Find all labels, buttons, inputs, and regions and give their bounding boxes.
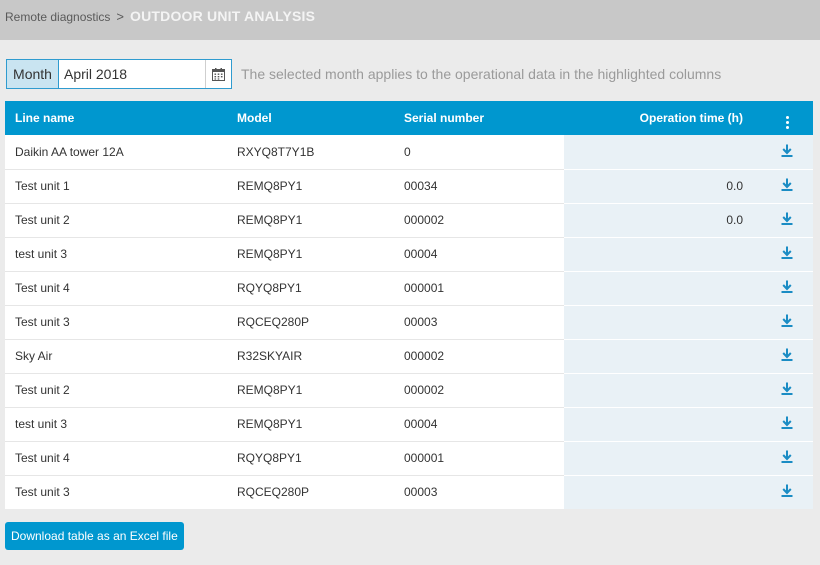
- operation-time-cell: 0.0: [564, 168, 761, 203]
- download-icon: [781, 484, 793, 500]
- calendar-icon: [212, 67, 225, 81]
- download-row-button[interactable]: [761, 304, 813, 339]
- download-row-button[interactable]: [761, 236, 813, 271]
- month-input[interactable]: [59, 60, 205, 88]
- operation-time-cell: [564, 270, 761, 305]
- line-name-cell: Test unit 2: [5, 372, 227, 407]
- line-name-cell: Test unit 3: [5, 474, 227, 509]
- model-cell: REMQ8PY1: [227, 202, 394, 237]
- download-row-button[interactable]: [761, 440, 813, 475]
- month-label: Month: [7, 60, 59, 88]
- column-menu-button[interactable]: [761, 101, 813, 135]
- table-row[interactable]: Test unit 3 RQCEQ280P 00003: [5, 304, 813, 339]
- line-name-cell: Daikin AA tower 12A: [5, 135, 227, 169]
- operation-time-cell: [564, 474, 761, 509]
- download-icon: [781, 212, 793, 228]
- download-icon: [781, 280, 793, 296]
- model-cell: REMQ8PY1: [227, 372, 394, 407]
- table-row[interactable]: Test unit 3 RQCEQ280P 00003: [5, 474, 813, 509]
- line-name-cell: Sky Air: [5, 338, 227, 373]
- model-cell: RQYQ8PY1: [227, 440, 394, 475]
- more-vertical-icon: [785, 115, 789, 129]
- model-cell: REMQ8PY1: [227, 168, 394, 203]
- serial-number-cell: 0: [394, 135, 564, 169]
- serial-number-cell: 00004: [394, 406, 564, 441]
- table-row[interactable]: Sky Air R32SKYAIR 000002: [5, 338, 813, 373]
- download-row-button[interactable]: [761, 406, 813, 441]
- column-header-model[interactable]: Model: [227, 101, 394, 135]
- operation-time-cell: [564, 236, 761, 271]
- line-name-cell: test unit 3: [5, 406, 227, 441]
- column-header-serial-number[interactable]: Serial number: [394, 101, 564, 135]
- serial-number-cell: 00003: [394, 474, 564, 509]
- operation-time-cell: [564, 304, 761, 339]
- operation-time-cell: 0.0: [564, 202, 761, 237]
- download-row-button[interactable]: [761, 338, 813, 373]
- line-name-cell: Test unit 2: [5, 202, 227, 237]
- column-header-operation-time[interactable]: Operation time (h): [564, 101, 761, 135]
- model-cell: R32SKYAIR: [227, 338, 394, 373]
- download-icon: [781, 450, 793, 466]
- download-row-button[interactable]: [761, 168, 813, 203]
- model-cell: RQCEQ280P: [227, 304, 394, 339]
- operation-time-cell: [564, 372, 761, 407]
- table-row[interactable]: test unit 3 REMQ8PY1 00004: [5, 236, 813, 271]
- serial-number-cell: 000002: [394, 202, 564, 237]
- breadcrumb: Remote diagnostics > OUTDOOR UNIT ANALYS…: [5, 8, 315, 24]
- download-excel-button[interactable]: Download table as an Excel file: [5, 522, 184, 550]
- model-cell: REMQ8PY1: [227, 236, 394, 271]
- line-name-cell: Test unit 4: [5, 440, 227, 475]
- download-icon: [781, 348, 793, 364]
- operation-time-cell: [564, 135, 761, 169]
- table-row[interactable]: Test unit 2 REMQ8PY1 000002 0.0: [5, 202, 813, 237]
- download-icon: [781, 178, 793, 194]
- table-row[interactable]: Test unit 1 REMQ8PY1 00034 0.0: [5, 168, 813, 203]
- download-row-button[interactable]: [761, 372, 813, 407]
- model-cell: REMQ8PY1: [227, 406, 394, 441]
- column-header-line-name[interactable]: Line name: [5, 101, 227, 135]
- month-picker: Month: [6, 59, 232, 89]
- download-icon: [781, 246, 793, 262]
- download-icon: [781, 382, 793, 398]
- download-row-button[interactable]: [761, 270, 813, 305]
- table-row[interactable]: Test unit 4 RQYQ8PY1 000001: [5, 440, 813, 475]
- table-row[interactable]: Test unit 2 REMQ8PY1 000002: [5, 372, 813, 407]
- month-note: The selected month applies to the operat…: [241, 66, 722, 82]
- serial-number-cell: 00004: [394, 236, 564, 271]
- download-icon: [781, 144, 793, 160]
- operation-time-cell: [564, 440, 761, 475]
- month-selector-row: Month The selected month applies to the …: [6, 59, 721, 89]
- line-name-cell: test unit 3: [5, 236, 227, 271]
- operation-time-cell: [564, 406, 761, 441]
- serial-number-cell: 00003: [394, 304, 564, 339]
- table-row[interactable]: test unit 3 REMQ8PY1 00004: [5, 406, 813, 441]
- breadcrumb-link-remote-diagnostics[interactable]: Remote diagnostics: [5, 10, 110, 24]
- serial-number-cell: 000002: [394, 338, 564, 373]
- serial-number-cell: 000001: [394, 440, 564, 475]
- table-header-row: Line name Model Serial number Operation …: [5, 101, 813, 135]
- line-name-cell: Test unit 1: [5, 168, 227, 203]
- top-bar: Remote diagnostics > OUTDOOR UNIT ANALYS…: [0, 0, 820, 40]
- breadcrumb-separator: >: [116, 9, 124, 24]
- download-row-button[interactable]: [761, 202, 813, 237]
- download-row-button[interactable]: [761, 474, 813, 509]
- line-name-cell: Test unit 3: [5, 304, 227, 339]
- serial-number-cell: 000002: [394, 372, 564, 407]
- calendar-button[interactable]: [205, 60, 231, 88]
- serial-number-cell: 00034: [394, 168, 564, 203]
- outdoor-unit-table: Line name Model Serial number Operation …: [5, 101, 813, 509]
- download-row-button[interactable]: [761, 135, 813, 169]
- download-icon: [781, 416, 793, 432]
- line-name-cell: Test unit 4: [5, 270, 227, 305]
- serial-number-cell: 000001: [394, 270, 564, 305]
- table-row[interactable]: Test unit 4 RQYQ8PY1 000001: [5, 270, 813, 305]
- table-row[interactable]: Daikin AA tower 12A RXYQ8T7Y1B 0: [5, 135, 813, 169]
- model-cell: RQCEQ280P: [227, 474, 394, 509]
- download-icon: [781, 314, 793, 330]
- operation-time-cell: [564, 338, 761, 373]
- model-cell: RQYQ8PY1: [227, 270, 394, 305]
- model-cell: RXYQ8T7Y1B: [227, 135, 394, 169]
- page-title: OUTDOOR UNIT ANALYSIS: [129, 8, 316, 24]
